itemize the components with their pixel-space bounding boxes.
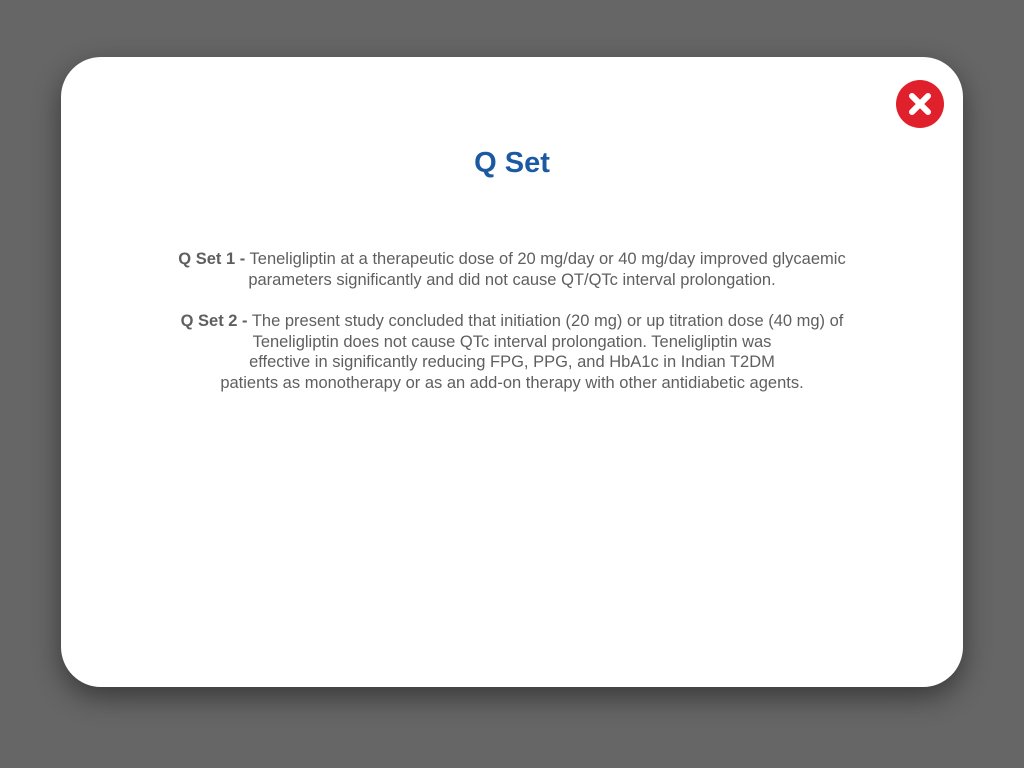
q-set-2-paragraph: Q Set 2 - The present study concluded th…	[121, 311, 903, 393]
close-icon	[909, 93, 931, 115]
q-set-1-line-2: parameters significantly and did not cau…	[248, 270, 776, 289]
dialog-body: Q Set 1 - Teneligliptin at a therapeutic…	[121, 249, 903, 414]
q-set-2-label: Q Set 2 -	[180, 312, 248, 330]
close-button[interactable]	[896, 80, 944, 128]
q-set-2-line-2: Teneligliptin does not cause QTc interva…	[252, 332, 772, 351]
q-set-2-line-3: effective in significantly reducing FPG,…	[249, 353, 775, 371]
dialog-title: Q Set	[474, 147, 550, 179]
q-set-2-line-1: Q Set 2 - The present study concluded th…	[121, 311, 903, 332]
q-set-1-text-1: Teneligliptin at a therapeutic dose of 2…	[249, 250, 846, 268]
q-set-2-line-4: patients as monotherapy or as an add-on …	[220, 373, 804, 392]
q-set-1-paragraph: Q Set 1 - Teneligliptin at a therapeutic…	[121, 249, 903, 290]
q-set-2-text-1: The present study concluded that initiat…	[251, 312, 844, 330]
q-set-1-label: Q Set 1 -	[178, 250, 246, 268]
modal-backdrop[interactable]: Q Set Q Set 1 - Teneligliptin at a thera…	[0, 0, 1024, 768]
q-set-dialog: Q Set Q Set 1 - Teneligliptin at a thera…	[61, 57, 963, 687]
q-set-1-line-1: Q Set 1 - Teneligliptin at a therapeutic…	[121, 249, 903, 270]
